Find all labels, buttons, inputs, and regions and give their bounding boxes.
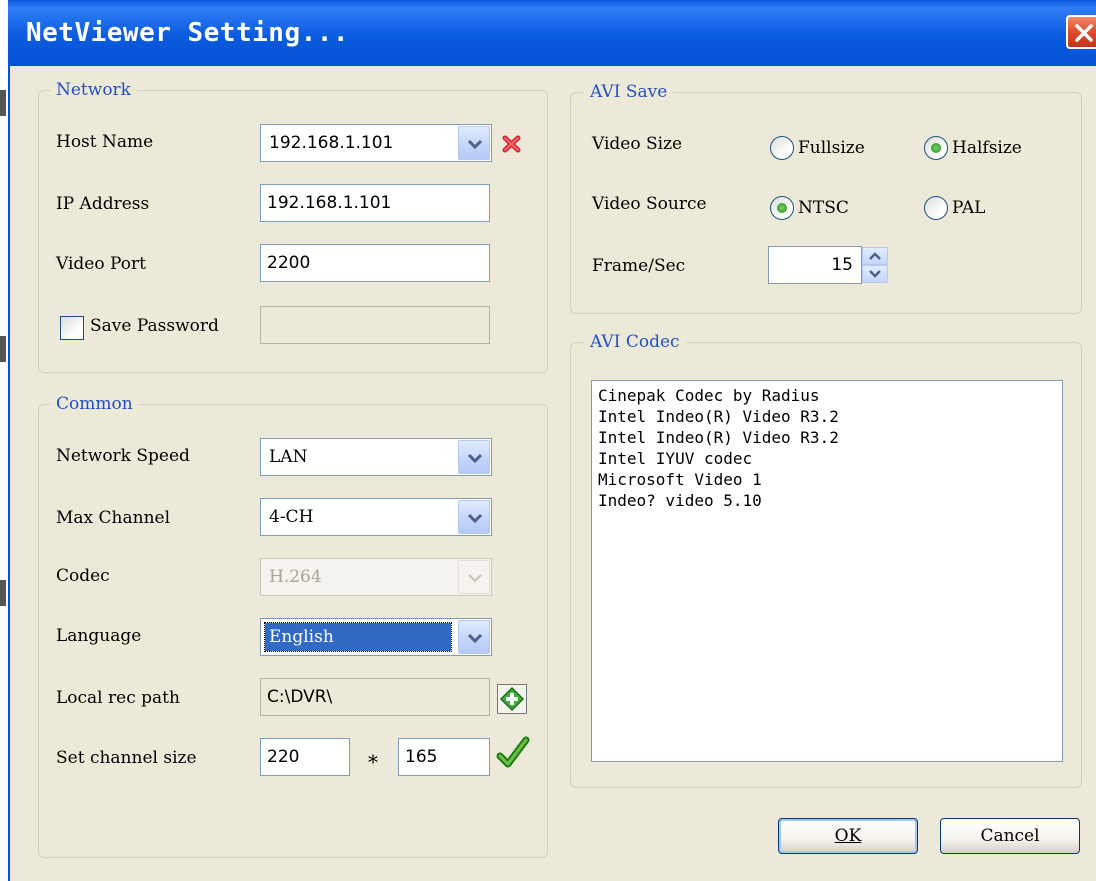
language-label: Language [56,626,142,646]
list-item[interactable]: Intel Indeo(R) Video R3.2 [598,427,1062,448]
codec-label: Codec [56,566,110,586]
add-folder-icon [499,686,525,712]
fps-spin-up[interactable] [862,247,888,265]
dialog-body: Network Host Name 192.168.1.101 IP Addre… [8,66,1096,881]
video-port-input[interactable]: 2200 [260,244,490,282]
codec-value: H.264 [269,567,322,587]
ntsc-label: NTSC [798,198,849,218]
max-channel-select[interactable]: 4-CH [260,498,492,536]
avi-codec-legend: AVI Codec [584,332,686,352]
frame-sec-label: Frame/Sec [592,256,686,276]
list-item[interactable]: Indeo? video 5.10 [598,490,1062,511]
chevron-down-icon [467,453,483,464]
password-input [260,306,490,344]
title-bar[interactable]: NetViewer Setting... [8,0,1096,66]
ok-button-label: OK [834,826,862,846]
window-title: NetViewer Setting... [26,18,350,48]
chevron-down-icon [467,633,483,644]
close-icon [1075,24,1093,42]
apply-checkmark-icon[interactable] [496,736,530,770]
network-speed-value: LAN [269,447,308,467]
halfsize-label: Halfsize [952,138,1022,158]
cancel-button[interactable]: Cancel [940,818,1080,854]
channel-width-input[interactable]: 220 [260,738,350,776]
host-name-label: Host Name [56,132,154,152]
host-name-combo[interactable]: 192.168.1.101 [260,124,492,162]
edge-mark [0,336,6,362]
network-speed-select[interactable]: LAN [260,438,492,476]
common-legend: Common [50,394,139,414]
list-item[interactable]: Cinepak Codec by Radius [598,385,1062,406]
halfsize-radio[interactable] [924,136,948,160]
close-button[interactable] [1066,15,1096,49]
delete-icon[interactable] [502,134,522,154]
arrow-up-icon [869,252,881,260]
list-item[interactable]: Microsoft Video 1 [598,469,1062,490]
list-item[interactable]: Intel IYUV codec [598,448,1062,469]
ntsc-radio[interactable] [770,196,794,220]
cancel-button-label: Cancel [980,826,1040,846]
language-value: English [269,627,334,647]
chevron-down-icon [467,139,483,150]
channel-height-input[interactable]: 165 [398,738,490,776]
video-size-label: Video Size [592,134,683,154]
ok-button[interactable]: OK [778,818,918,854]
times-symbol: * [368,750,378,774]
codec-select: H.264 [260,558,492,596]
edge-mark [0,90,6,116]
avi-save-legend: AVI Save [584,82,674,102]
video-port-label: Video Port [56,254,146,274]
max-channel-value: 4-CH [269,507,314,527]
save-password-label: Save Password [90,316,219,336]
local-rec-path-label: Local rec path [56,688,180,708]
chevron-down-icon [468,574,482,583]
browse-folder-button[interactable] [497,684,527,714]
edge-mark [0,580,6,606]
pal-label: PAL [952,198,986,218]
fps-spin-down[interactable] [862,265,888,283]
codec-listbox[interactable]: Cinepak Codec by Radius Intel Indeo(R) V… [591,380,1063,762]
local-rec-path-input: C:\DVR\ [260,678,490,716]
language-select[interactable]: English [260,618,492,656]
video-source-label: Video Source [592,194,707,214]
fullsize-radio[interactable] [770,136,794,160]
pal-radio[interactable] [924,196,948,220]
save-password-checkbox[interactable] [60,316,84,340]
network-speed-label: Network Speed [56,446,190,466]
chevron-down-icon [467,513,483,524]
arrow-down-icon [869,270,881,278]
fullsize-label: Fullsize [798,138,865,158]
max-channel-label: Max Channel [56,508,171,528]
codec-dropdown-button [458,560,490,594]
fps-input[interactable]: 15 [768,246,862,284]
language-dropdown-button[interactable] [458,620,490,654]
host-name-value: 192.168.1.101 [269,133,394,153]
host-name-dropdown-button[interactable] [458,126,490,160]
ip-address-input[interactable]: 192.168.1.101 [260,184,490,222]
ip-address-label: IP Address [56,194,150,214]
list-item[interactable]: Intel Indeo(R) Video R3.2 [598,406,1062,427]
network-legend: Network [50,80,137,100]
network-speed-dropdown-button[interactable] [458,440,490,474]
channel-size-label: Set channel size [56,748,197,768]
max-channel-dropdown-button[interactable] [458,500,490,534]
